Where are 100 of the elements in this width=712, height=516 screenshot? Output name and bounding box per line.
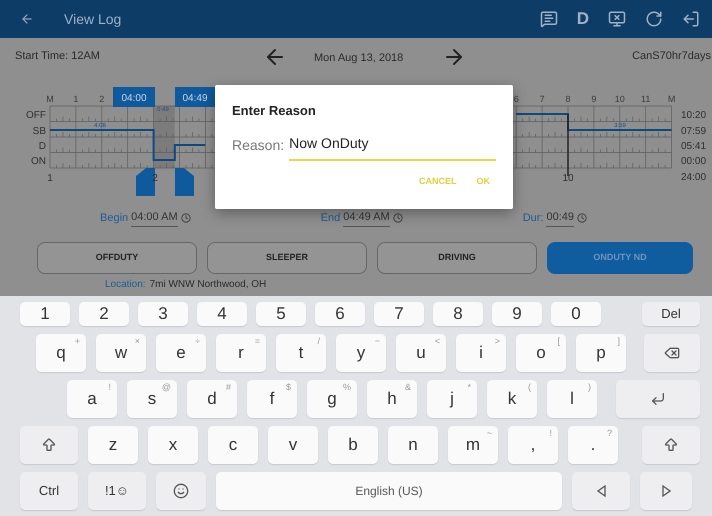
key[interactable]: s @ bbox=[127, 380, 177, 418]
key[interactable]: 5 bbox=[256, 302, 306, 326]
key[interactable]: m ~ bbox=[448, 426, 498, 464]
refresh-icon[interactable] bbox=[645, 10, 663, 28]
key[interactable]: . ? bbox=[568, 426, 618, 464]
time-value[interactable]: 04:00 AM bbox=[131, 209, 178, 227]
time-value[interactable]: 00:49 bbox=[546, 209, 574, 227]
total-hours: 05:41 bbox=[681, 141, 706, 152]
total-hours: 24:00 bbox=[681, 172, 706, 183]
function-key[interactable]: Del bbox=[642, 302, 700, 326]
backspace-icon bbox=[664, 345, 680, 361]
key-hint: * bbox=[467, 381, 471, 394]
key[interactable]: , ! bbox=[508, 426, 558, 464]
key-hint: + bbox=[74, 335, 80, 348]
key[interactable]: g % bbox=[307, 380, 357, 418]
hour-label: 10 bbox=[614, 94, 625, 104]
screen-title: View Log bbox=[64, 10, 122, 29]
back-icon[interactable] bbox=[20, 12, 34, 26]
key-hint: = bbox=[254, 335, 260, 348]
key-hint: ! bbox=[549, 427, 552, 440]
key[interactable]: 7 bbox=[374, 302, 424, 326]
hour-label: 1 bbox=[73, 94, 78, 104]
hour-label: 9 bbox=[591, 94, 596, 104]
key-hint: & bbox=[404, 381, 411, 394]
key-hint: ! bbox=[108, 381, 111, 394]
key[interactable]: c bbox=[208, 426, 258, 464]
key[interactable]: i > bbox=[456, 334, 506, 372]
exit-icon[interactable] bbox=[682, 10, 700, 28]
key[interactable]: b bbox=[328, 426, 378, 464]
marker-number: 1 bbox=[47, 173, 53, 184]
marker-number: 2 bbox=[152, 173, 158, 184]
key[interactable]: x bbox=[148, 426, 198, 464]
key[interactable]: y − bbox=[336, 334, 386, 372]
key[interactable]: 4 bbox=[197, 302, 247, 326]
key[interactable]: w × bbox=[96, 334, 146, 372]
key[interactable]: 2 bbox=[79, 302, 129, 326]
status-row-label: SB bbox=[32, 126, 46, 137]
key[interactable]: k ( bbox=[487, 380, 537, 418]
key[interactable]: 9 bbox=[492, 302, 542, 326]
key-hint: ] bbox=[617, 335, 620, 348]
monitor-x-icon[interactable] bbox=[608, 10, 626, 28]
key[interactable]: a ! bbox=[67, 380, 117, 418]
hour-label: 11 bbox=[641, 94, 650, 104]
backspace-key[interactable] bbox=[644, 334, 700, 372]
key[interactable]: 8 bbox=[433, 302, 483, 326]
total-hours: 07:59 bbox=[681, 126, 706, 137]
clock-icon[interactable] bbox=[577, 213, 587, 223]
key[interactable]: j * bbox=[427, 380, 477, 418]
location-label: Location: bbox=[105, 279, 146, 291]
key-hint: # bbox=[226, 381, 231, 394]
hour-label: 8 bbox=[566, 94, 570, 104]
duty-status-button[interactable]: SLEEPER bbox=[207, 242, 367, 274]
clock-icon[interactable] bbox=[392, 213, 403, 223]
key-hint: < bbox=[434, 335, 440, 348]
shift-key[interactable] bbox=[20, 426, 78, 464]
total-hours: 10:20 bbox=[681, 110, 706, 121]
duty-status-button[interactable]: DRIVING bbox=[377, 242, 537, 274]
key[interactable]: 0 bbox=[551, 302, 601, 326]
begin-time-tag[interactable]: 04:00 bbox=[113, 87, 155, 107]
key[interactable]: r = bbox=[216, 334, 266, 372]
key-hint: $ bbox=[286, 381, 291, 394]
key[interactable]: t / bbox=[276, 334, 326, 372]
key[interactable]: h & bbox=[367, 380, 417, 418]
time-field-label: End bbox=[320, 210, 340, 226]
key[interactable]: l ) bbox=[547, 380, 597, 418]
emoji-key[interactable] bbox=[156, 472, 206, 510]
key[interactable]: d # bbox=[187, 380, 237, 418]
function-key[interactable]: Ctrl bbox=[20, 472, 78, 510]
function-key[interactable]: !1☺ bbox=[88, 472, 146, 510]
key[interactable]: o [ bbox=[516, 334, 566, 372]
key[interactable]: 3 bbox=[138, 302, 188, 326]
end-handle[interactable] bbox=[175, 168, 194, 196]
key[interactable]: n bbox=[388, 426, 438, 464]
key[interactable]: e ÷ bbox=[156, 334, 206, 372]
shift-key[interactable] bbox=[642, 426, 700, 464]
key[interactable]: f $ bbox=[247, 380, 297, 418]
total-hours: 00:00 bbox=[681, 156, 706, 167]
key[interactable]: p ] bbox=[576, 334, 626, 372]
key[interactable]: v bbox=[268, 426, 318, 464]
key[interactable]: z bbox=[88, 426, 138, 464]
log-date: Mon Aug 13, 2018 bbox=[314, 51, 404, 66]
end-time-tag[interactable]: 04:49 bbox=[175, 87, 215, 107]
d-action[interactable]: D bbox=[576, 6, 589, 32]
clock-icon[interactable] bbox=[180, 213, 191, 223]
location-value: 7mi WNW Northwood, OH bbox=[150, 279, 266, 291]
status-row-label: D bbox=[38, 141, 46, 152]
key[interactable]: q + bbox=[36, 334, 86, 372]
reason-input[interactable]: Now OnDuty bbox=[289, 132, 496, 160]
message-icon[interactable] bbox=[540, 10, 558, 28]
space-key[interactable]: English (US) bbox=[216, 472, 562, 510]
key-hint: − bbox=[374, 335, 380, 348]
key[interactable]: 1 bbox=[20, 302, 70, 326]
dialog-title: Enter Reason bbox=[232, 102, 317, 120]
time-field-label: Begin bbox=[100, 210, 128, 226]
key[interactable]: u < bbox=[396, 334, 446, 372]
key-hint: ) bbox=[588, 381, 591, 394]
duty-status-button[interactable]: OFFDUTY bbox=[37, 242, 197, 274]
key-hint: / bbox=[317, 335, 320, 348]
key[interactable]: 6 bbox=[315, 302, 365, 326]
hour-label: 2 bbox=[99, 94, 104, 104]
